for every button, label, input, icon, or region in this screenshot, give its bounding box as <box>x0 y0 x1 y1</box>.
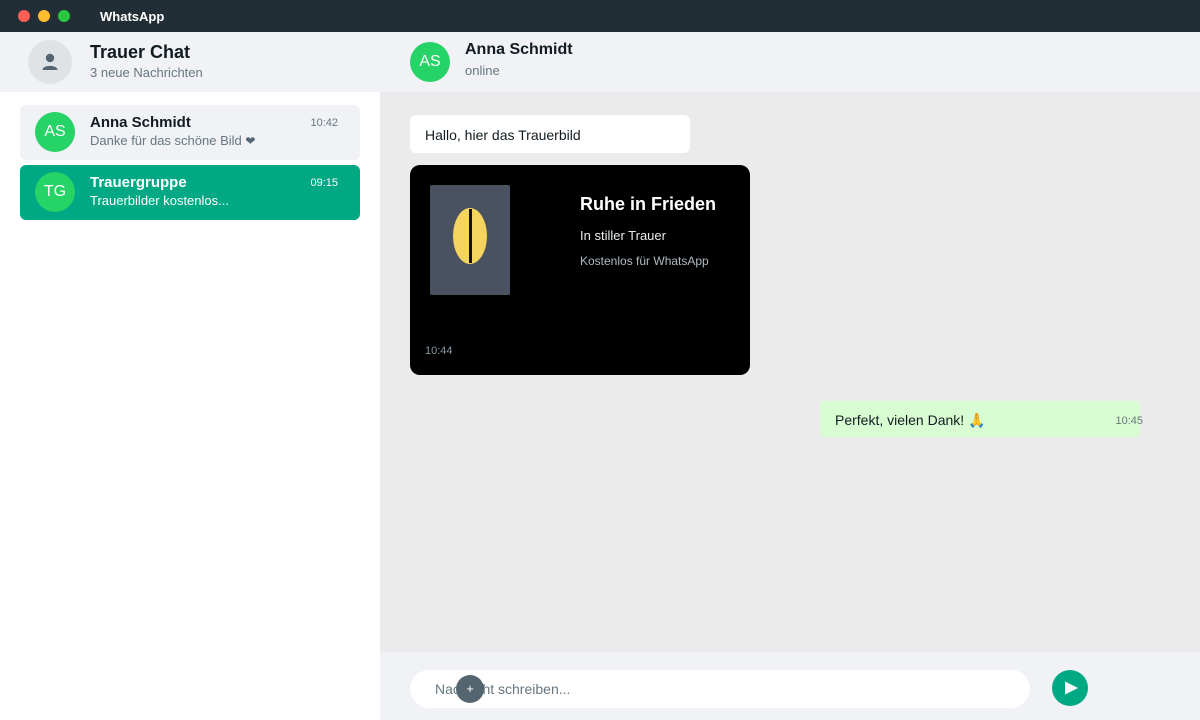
message-text-content: Perfekt, vielen Dank! <box>835 412 969 428</box>
title-bar: WhatsApp <box>0 0 1200 32</box>
minimize-window-button[interactable] <box>38 10 50 22</box>
maximize-window-button[interactable] <box>58 10 70 22</box>
avatar: AS <box>35 112 75 152</box>
contact-status: online <box>465 63 500 78</box>
message-text: Perfekt, vielen Dank! 🙏 <box>835 412 986 429</box>
send-button[interactable] <box>1052 670 1088 706</box>
app-title: WhatsApp <box>100 9 165 24</box>
chat-item-trauergruppe[interactable]: TG Trauergruppe Trauerbilder kostenlos..… <box>20 165 360 220</box>
chat-time: 09:15 <box>310 177 338 189</box>
heart-icon: ❤ <box>245 134 256 148</box>
image-card-subtitle: In stiller Trauer <box>580 228 666 243</box>
image-card-note: Kostenlos für WhatsApp <box>580 254 709 268</box>
avatar: TG <box>35 172 75 212</box>
chat-name: Anna Schmidt <box>90 114 191 131</box>
conversation-header: AS Anna Schmidt online <box>380 32 1200 92</box>
message-time: 10:44 <box>425 345 453 357</box>
close-window-button[interactable] <box>18 10 30 22</box>
message-input[interactable] <box>410 670 1030 708</box>
person-icon <box>42 53 58 70</box>
chat-item-anna-schmidt[interactable]: AS Anna Schmidt Danke für das schöne Bil… <box>20 105 360 160</box>
incoming-image-message[interactable]: Ruhe in Frieden In stiller Trauer Kosten… <box>410 165 750 375</box>
conversation-pane: AS Anna Schmidt online Hallo, hier das T… <box>380 32 1200 720</box>
outgoing-message: Perfekt, vielen Dank! 🙏 10:45 <box>820 401 1143 437</box>
image-thumbnail <box>430 185 510 295</box>
avatar[interactable]: AS <box>410 42 450 82</box>
unread-count-text: 3 neue Nachrichten <box>90 65 203 80</box>
chat-preview: Danke für das schöne Bild ❤ <box>90 133 255 148</box>
chat-list-pane: Trauer Chat 3 neue Nachrichten AS Anna S… <box>0 32 380 720</box>
contact-name[interactable]: Anna Schmidt <box>465 41 573 59</box>
attach-button[interactable]: + <box>456 675 484 703</box>
message-text: Hallo, hier das Trauerbild <box>425 127 581 143</box>
image-card-title: Ruhe in Frieden <box>580 194 717 214</box>
message-time: 10:45 <box>1115 415 1143 427</box>
pray-emoji-icon: 🙏 <box>968 412 986 428</box>
chat-time: 10:42 <box>310 117 338 129</box>
sidebar-header: Trauer Chat 3 neue Nachrichten <box>0 32 380 92</box>
candle-flame-icon <box>453 208 487 264</box>
profile-avatar[interactable] <box>28 40 72 84</box>
composer-bar: + <box>380 652 1200 720</box>
chat-preview-text: Danke für das schöne Bild <box>90 133 246 148</box>
send-icon <box>1065 681 1078 695</box>
sidebar-title: Trauer Chat <box>90 42 191 62</box>
chat-preview: Trauerbilder kostenlos... <box>90 193 229 208</box>
incoming-message: Hallo, hier das Trauerbild <box>410 115 690 153</box>
chat-name: Trauergruppe <box>90 174 187 191</box>
